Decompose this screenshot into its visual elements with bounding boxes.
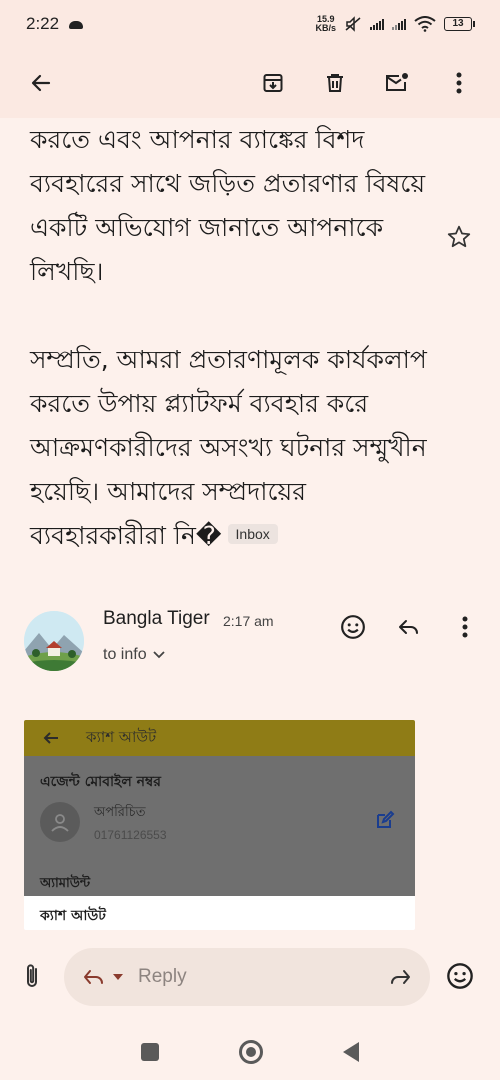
trash-icon bbox=[327, 74, 343, 92]
sender-actions bbox=[336, 610, 482, 644]
caret-down-icon[interactable] bbox=[112, 973, 124, 981]
sender-name[interactable]: Bangla Tiger bbox=[103, 608, 210, 630]
body-paragraph-1: করতে এবং আপনার ব্যাঙ্কের বিশদ ব্যবহারের … bbox=[30, 125, 426, 286]
more-vert-icon bbox=[456, 72, 462, 94]
reply-button[interactable] bbox=[392, 610, 426, 644]
reply-emoji-button[interactable] bbox=[446, 962, 474, 994]
recipient-text: to info bbox=[103, 646, 147, 663]
sender-time: 2:17 am bbox=[223, 613, 274, 629]
chevron-down-icon bbox=[152, 651, 165, 659]
sender-row: Bangla Tiger 2:17 am to info bbox=[0, 608, 500, 688]
battery-icon: 13 bbox=[444, 17, 475, 31]
emoji-icon bbox=[341, 615, 365, 639]
network-speed-unit: KB/s bbox=[315, 23, 336, 33]
attachment-header: ক্যাশ আউট bbox=[24, 720, 415, 756]
system-navigation-bar bbox=[0, 1024, 500, 1080]
attachment-header-title: ক্যাশ আউট bbox=[86, 727, 157, 746]
reply-icon bbox=[84, 970, 103, 984]
sender-avatar[interactable] bbox=[24, 611, 84, 671]
attachment-contact: অপরিচিত 01761126553 bbox=[40, 802, 167, 842]
attachment-agent-label: এজেন্ট মোবাইল নম্বর bbox=[40, 774, 161, 790]
arrow-left-icon bbox=[43, 732, 58, 744]
recipient-details-toggle[interactable]: to info bbox=[103, 646, 165, 664]
forward-icon[interactable] bbox=[388, 967, 412, 987]
email-toolbar bbox=[0, 48, 500, 118]
status-icons: 15.9 KB/s 13 bbox=[315, 15, 475, 33]
cloud-icon bbox=[69, 21, 84, 29]
attachment-contact-number: 01761126553 bbox=[94, 827, 167, 842]
wifi-icon bbox=[414, 16, 436, 32]
reply-input[interactable]: Reply bbox=[64, 948, 430, 1006]
add-reaction-button[interactable] bbox=[336, 610, 370, 644]
image-attachment[interactable]: ক্যাশ আউট এজেন্ট মোবাইল নম্বর অপরিচিত 01… bbox=[24, 720, 415, 930]
attachment-cashout-label: ক্যাশ আউট bbox=[40, 908, 106, 924]
attachment-contact-name: অপরিচিত bbox=[94, 804, 146, 820]
email-content: করতে এবং আপনার ব্যাঙ্কের বিশদ ব্যবহারের … bbox=[0, 118, 500, 930]
emoji-icon bbox=[447, 963, 473, 989]
star-button[interactable] bbox=[446, 224, 472, 254]
paperclip-icon bbox=[27, 964, 37, 987]
more-options-button[interactable] bbox=[442, 66, 476, 100]
mark-unread-button[interactable] bbox=[380, 66, 414, 100]
delete-button[interactable] bbox=[318, 66, 352, 100]
back-nav-button[interactable] bbox=[343, 1042, 359, 1062]
edit-icon bbox=[375, 810, 395, 834]
mute-icon bbox=[345, 16, 361, 32]
reply-bar: Reply bbox=[0, 932, 500, 1024]
attach-button[interactable] bbox=[22, 962, 42, 994]
home-button[interactable] bbox=[239, 1040, 263, 1064]
signal-icon-2 bbox=[392, 18, 406, 30]
body-paragraph-2-text: সম্প্রতি, আমরা প্রতারণামূলক কার্যকলাপ কর… bbox=[30, 345, 427, 550]
landscape-avatar-icon bbox=[24, 611, 84, 671]
status-bar: 2:22 15.9 KB/s 13 bbox=[0, 0, 500, 48]
status-time: 2:22 bbox=[26, 14, 60, 33]
network-speed: 15.9 KB/s bbox=[315, 15, 336, 33]
reply-placeholder: Reply bbox=[138, 966, 187, 987]
arrow-left-icon bbox=[31, 74, 51, 92]
star-icon bbox=[447, 225, 471, 248]
more-vert-icon bbox=[462, 616, 468, 638]
attachment-body: এজেন্ট মোবাইল নম্বর অপরিচিত 01761126553 … bbox=[24, 756, 415, 896]
reply-icon bbox=[399, 620, 418, 634]
message-more-button[interactable] bbox=[448, 610, 482, 644]
email-body: করতে এবং আপনার ব্যাঙ্কের বিশদ ব্যবহারের … bbox=[30, 118, 430, 602]
inbox-label-badge[interactable]: Inbox bbox=[227, 524, 278, 544]
body-paragraph-2: সম্প্রতি, আমরা প্রতারণামূলক কার্যকলাপ কর… bbox=[30, 338, 430, 558]
attachment-amount-label: অ্যামাউন্ট bbox=[40, 876, 91, 891]
recents-button[interactable] bbox=[141, 1043, 159, 1061]
signal-icon bbox=[370, 18, 384, 30]
mail-unread-icon bbox=[386, 73, 408, 91]
back-button[interactable] bbox=[24, 66, 58, 100]
person-icon bbox=[40, 802, 80, 842]
archive-button[interactable] bbox=[256, 66, 290, 100]
archive-icon bbox=[263, 74, 283, 92]
